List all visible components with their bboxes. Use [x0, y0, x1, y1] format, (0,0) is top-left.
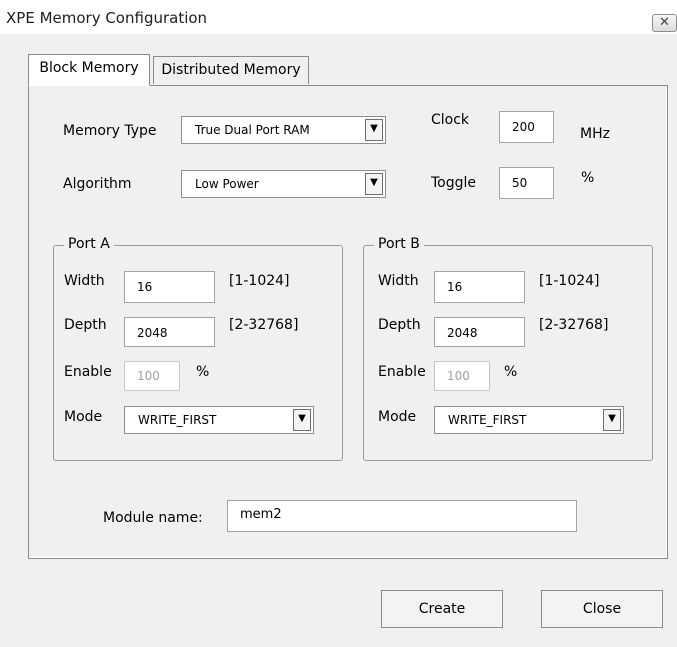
port-b-width-label: Width: [378, 273, 419, 289]
port-b-group: Port B Width 16 [1-1024] Depth 2048 [2-3…: [363, 236, 653, 461]
port-b-mode-select[interactable]: WRITE_FIRST ▼: [434, 406, 624, 434]
tab-distributed-memory[interactable]: Distributed Memory: [153, 56, 309, 84]
port-a-depth-range: [2-32768]: [229, 317, 299, 333]
memory-type-select[interactable]: True Dual Port RAM ▼: [181, 116, 386, 144]
memory-type-label: Memory Type: [63, 123, 157, 139]
port-a-enable-label: Enable: [64, 364, 112, 380]
toggle-input[interactable]: 50: [499, 167, 554, 199]
port-a-group: Port A Width 16 [1-1024] Depth 2048 [2-3…: [53, 236, 343, 461]
toggle-unit: %: [581, 170, 595, 186]
port-a-width-range: [1-1024]: [229, 273, 290, 289]
port-b-depth-input[interactable]: 2048: [434, 317, 525, 347]
port-a-mode-label: Mode: [64, 409, 103, 425]
port-b-depth-label: Depth: [378, 317, 421, 333]
port-b-mode-value: WRITE_FIRST: [448, 413, 527, 427]
port-a-mode-select[interactable]: WRITE_FIRST ▼: [124, 406, 314, 434]
port-b-enable-input[interactable]: 100: [434, 361, 490, 391]
chevron-down-icon[interactable]: ▼: [365, 173, 383, 195]
port-a-width-input[interactable]: 16: [124, 271, 215, 303]
port-a-width-label: Width: [64, 273, 105, 289]
clock-unit: MHz: [580, 126, 610, 142]
window-close-icon[interactable]: ✕: [652, 14, 677, 32]
algorithm-value: Low Power: [195, 177, 259, 191]
create-button[interactable]: Create: [381, 590, 503, 628]
module-name-label: Module name:: [103, 510, 203, 526]
port-b-enable-label: Enable: [378, 364, 426, 380]
toggle-label: Toggle: [431, 175, 477, 191]
port-b-enable-unit: %: [504, 364, 518, 380]
title-bar: XPE Memory Configuration ✕: [0, 0, 677, 34]
clock-label: Clock: [431, 112, 470, 128]
port-a-legend: Port A: [64, 236, 114, 252]
module-name-input[interactable]: mem2: [227, 500, 577, 532]
port-a-mode-value: WRITE_FIRST: [138, 413, 217, 427]
port-b-legend: Port B: [374, 236, 424, 252]
chevron-down-icon[interactable]: ▼: [603, 409, 621, 431]
port-b-mode-label: Mode: [378, 409, 417, 425]
port-a-depth-label: Depth: [64, 317, 107, 333]
algorithm-label: Algorithm: [63, 176, 132, 192]
chevron-down-icon[interactable]: ▼: [293, 409, 311, 431]
port-a-enable-unit: %: [196, 364, 210, 380]
close-button[interactable]: Close: [541, 590, 663, 628]
port-b-width-range: [1-1024]: [539, 273, 600, 289]
chevron-down-icon[interactable]: ▼: [365, 119, 383, 141]
port-b-width-input[interactable]: 16: [434, 271, 525, 303]
port-b-depth-range: [2-32768]: [539, 317, 609, 333]
algorithm-select[interactable]: Low Power ▼: [181, 170, 386, 198]
memory-type-value: True Dual Port RAM: [195, 123, 310, 137]
tab-block-memory[interactable]: Block Memory: [28, 54, 150, 86]
port-a-depth-input[interactable]: 2048: [124, 317, 215, 347]
block-memory-panel: Memory Type True Dual Port RAM ▼ Algorit…: [28, 85, 668, 559]
window-title: XPE Memory Configuration: [6, 9, 208, 27]
port-a-enable-input[interactable]: 100: [124, 361, 180, 391]
clock-input[interactable]: 200: [499, 111, 554, 143]
